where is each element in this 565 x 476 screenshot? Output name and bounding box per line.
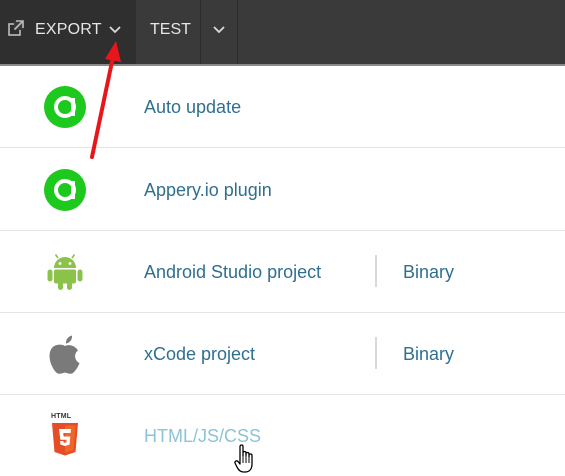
menu-item-label[interactable]: Appery.io plugin bbox=[144, 179, 272, 201]
binary-link[interactable]: Binary bbox=[403, 343, 454, 365]
menu-item-label[interactable]: Auto update bbox=[144, 96, 241, 118]
test-button[interactable]: TEST bbox=[136, 0, 201, 64]
toolbar: EXPORT TEST bbox=[0, 0, 565, 66]
appery-logo-icon bbox=[44, 86, 86, 128]
hand-cursor-icon bbox=[234, 444, 253, 473]
menu-item-android-studio[interactable]: Android Studio project Binary bbox=[0, 231, 565, 313]
divider bbox=[375, 255, 377, 287]
menu-item-label[interactable]: Android Studio project bbox=[144, 261, 321, 283]
export-label: EXPORT bbox=[35, 21, 102, 38]
menu-item-label[interactable]: xCode project bbox=[144, 343, 255, 365]
test-dropdown-button[interactable] bbox=[201, 0, 238, 64]
test-label: TEST bbox=[150, 21, 191, 38]
external-link-icon bbox=[8, 20, 24, 36]
chevron-down-icon[interactable] bbox=[108, 23, 122, 37]
binary-link[interactable]: Binary bbox=[403, 261, 454, 283]
appery-logo-icon bbox=[44, 169, 86, 211]
export-dropdown-menu: Auto update Appery.io plugin Android Stu… bbox=[0, 66, 565, 476]
export-button[interactable]: EXPORT bbox=[0, 0, 136, 64]
export-menu-screen: EXPORT TEST Auto update Appery.io plugin… bbox=[0, 0, 565, 476]
menu-item-appery-plugin[interactable]: Appery.io plugin bbox=[0, 148, 565, 231]
html5-icon-text: HTML bbox=[51, 413, 72, 420]
divider bbox=[375, 337, 377, 369]
chevron-down-icon bbox=[213, 26, 225, 34]
apple-icon bbox=[49, 335, 80, 374]
android-icon bbox=[47, 254, 83, 290]
menu-item-xcode-project[interactable]: xCode project Binary bbox=[0, 313, 565, 395]
menu-item-auto-update[interactable]: Auto update bbox=[0, 66, 565, 148]
menu-item-html-js-css[interactable]: HTML HTML/JS/CSS bbox=[0, 395, 565, 476]
